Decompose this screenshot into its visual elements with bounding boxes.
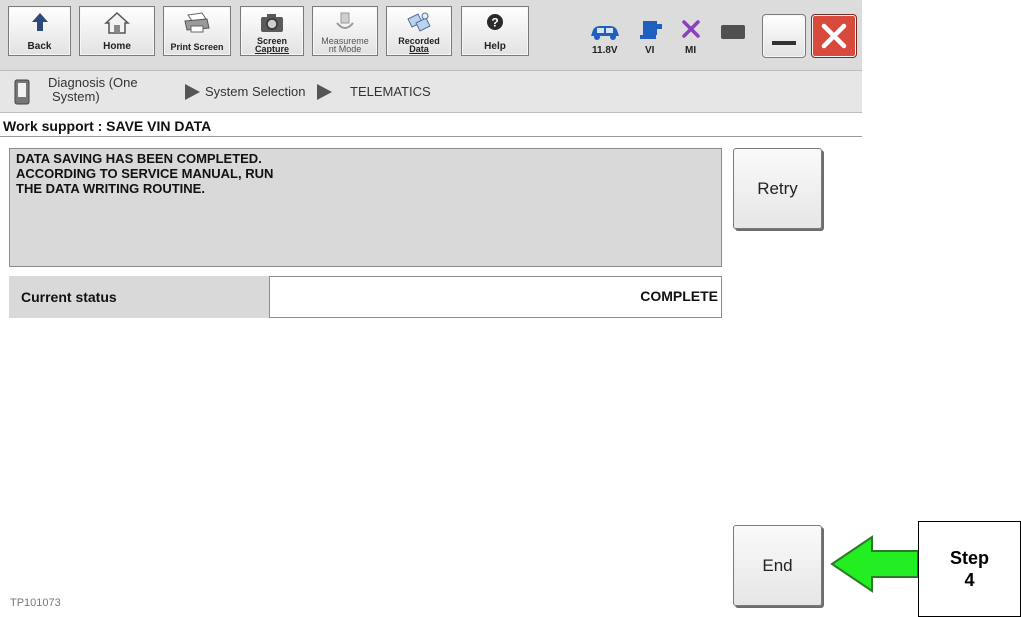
print-screen-label: Print Screen	[170, 42, 224, 52]
screen-capture-label-2: Capture	[254, 44, 289, 54]
device-icon	[14, 79, 30, 105]
callout-arrow	[830, 535, 919, 593]
print-screen-button[interactable]: Print Screen	[163, 6, 231, 56]
battery-indicator-icon	[721, 25, 745, 39]
help-button[interactable]: ? Help	[461, 6, 529, 56]
measurement-mode-label-2: nt Mode	[328, 44, 362, 54]
consult-window: Back Home Print Screen Screen Capture Me…	[0, 0, 862, 617]
message-box: DATA SAVING HAS BEEN COMPLETED. ACCORDIN…	[9, 148, 722, 267]
message-line: DATA SAVING HAS BEEN COMPLETED.	[16, 151, 262, 166]
close-button[interactable]	[811, 14, 857, 58]
step-number: 4	[964, 570, 975, 590]
vi-icon	[640, 21, 662, 39]
title-divider	[0, 136, 862, 137]
message-line: ACCORDING TO SERVICE MANUAL, RUN	[16, 166, 274, 181]
voltage-label: 11.8V	[592, 45, 618, 56]
back-button[interactable]: Back	[8, 6, 71, 56]
back-label: Back	[27, 41, 52, 52]
recorded-data-button[interactable]: Recorded Data	[386, 6, 452, 56]
status-value-cell: COMPLETE	[269, 276, 722, 318]
camera-icon	[261, 14, 283, 32]
chevron-right-icon	[185, 84, 200, 100]
end-button[interactable]: End	[733, 525, 822, 606]
status-label-cell: Current status	[9, 276, 269, 318]
breadcrumb-item-system-selection[interactable]: System Selection	[205, 84, 305, 99]
chevron-right-icon	[317, 84, 332, 100]
home-label: Home	[103, 41, 131, 52]
recorded-data-icon	[407, 12, 431, 32]
close-icon	[821, 23, 847, 49]
breadcrumb-item-diagnosis[interactable]: Diagnosis (One System)	[48, 76, 138, 104]
recorded-data-label-2: Data	[409, 44, 429, 54]
breadcrumb-diagnosis-line2: System)	[52, 89, 100, 104]
toolbar: Back Home Print Screen Screen Capture Me…	[0, 0, 862, 71]
svg-text:?: ?	[491, 16, 498, 30]
measurement-icon	[336, 12, 354, 29]
minimize-icon	[772, 41, 796, 45]
retry-button[interactable]: Retry	[733, 148, 822, 229]
mi-label: MI	[685, 45, 697, 56]
car-battery-icon	[591, 26, 619, 40]
step-annotation: Step 4	[918, 521, 1021, 617]
printer-icon	[184, 12, 210, 33]
help-label: Help	[484, 41, 506, 52]
back-arrow-icon	[31, 13, 48, 31]
help-icon: ?	[487, 14, 503, 30]
step-label: Step	[949, 548, 989, 568]
page-title: Work support : SAVE VIN DATA	[3, 118, 212, 134]
breadcrumb: Diagnosis (One System) System Selection …	[0, 71, 862, 113]
minimize-button[interactable]	[762, 14, 806, 58]
figure-code: TP101073	[10, 597, 61, 609]
status-value: COMPLETE	[640, 288, 718, 304]
home-button[interactable]: Home	[79, 6, 155, 56]
mi-icon	[682, 20, 700, 38]
breadcrumb-item-telematics[interactable]: TELEMATICS	[350, 84, 431, 99]
home-icon	[104, 11, 130, 34]
vi-label: VI	[645, 45, 655, 56]
status-label: Current status	[21, 289, 117, 305]
message-line: THE DATA WRITING ROUTINE.	[16, 181, 205, 196]
screen-capture-button[interactable]: Screen Capture	[240, 6, 304, 56]
breadcrumb-diagnosis-line1: Diagnosis (One	[48, 75, 138, 90]
measurement-mode-button[interactable]: Measureme nt Mode	[312, 6, 378, 56]
